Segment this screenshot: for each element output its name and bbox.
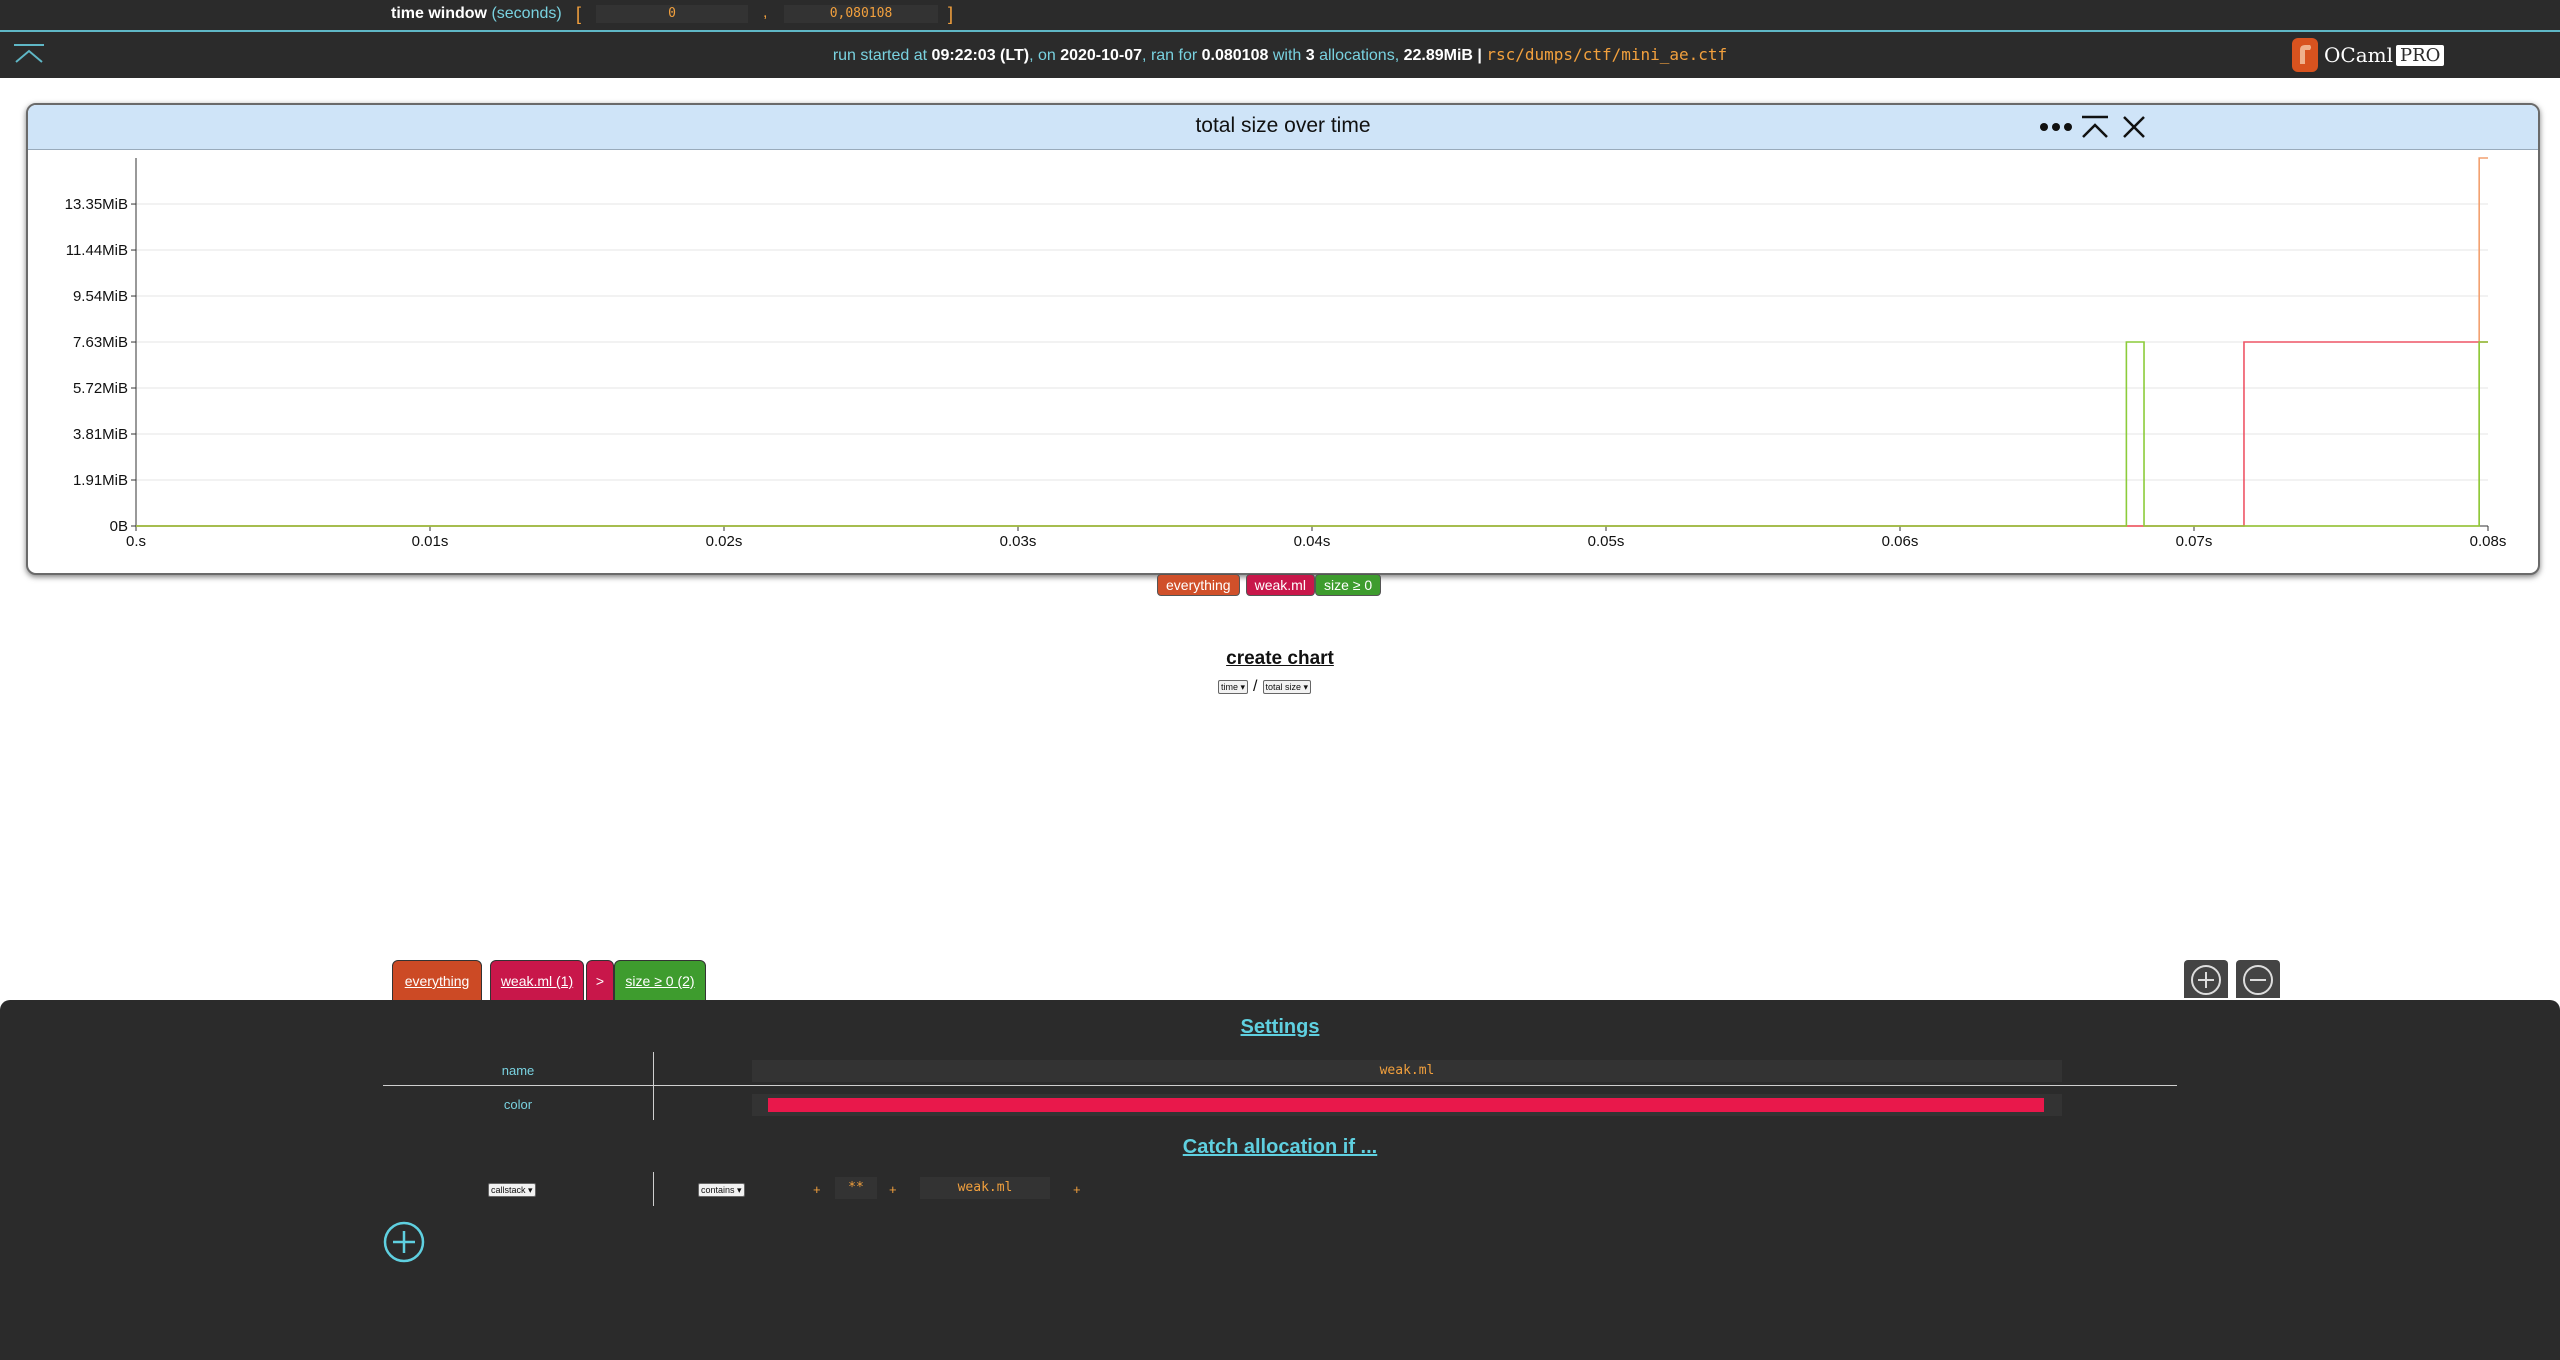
x-tick-label: 0.07s — [2176, 533, 2213, 550]
x-axis-select-value: time — [1221, 682, 1239, 692]
color-label: color — [503, 1097, 533, 1112]
y-tick-label: 13.35MiB — [65, 196, 128, 213]
allocation-count: 3 — [1305, 47, 1315, 64]
chart-panel: total size over time 0B 1.91MiB 3.81MiB 5.7… — [26, 103, 2540, 575]
settings-title[interactable]: Settings — [0, 1016, 2560, 1039]
run-ran-for: , ran for — [1142, 47, 1198, 64]
x-tick-label: 0.01s — [412, 533, 449, 550]
y-tick-label: 7.63MiB — [73, 334, 128, 351]
ocamlpro-logo: OCaml PRO — [2292, 36, 2445, 74]
tab-everything[interactable]: everything — [392, 960, 482, 1002]
y-tick-label: 3.81MiB — [73, 426, 128, 443]
time-window-label: time window (seconds) — [391, 5, 562, 23]
name-label: name — [501, 1063, 535, 1078]
run-info-bar: run started at 09:22:03 (LT), on 2020-10… — [0, 32, 2560, 78]
total-size: 22.89MiB — [1403, 47, 1473, 64]
x-tick-label: 0.s — [126, 533, 146, 550]
logo-pro-text: PRO — [2395, 44, 2445, 66]
filter-op-select[interactable]: contains ▾ — [698, 1183, 745, 1197]
legend-weak-ml[interactable]: weak.ml — [1245, 574, 1315, 596]
y-tick-label: 5.72MiB — [73, 380, 128, 397]
pattern-wildcard-input[interactable]: ** — [835, 1177, 877, 1199]
run-summary: run started at 09:22:03 (LT), on 2020-10… — [0, 45, 2560, 65]
color-swatch — [768, 1098, 2044, 1112]
close-bracket: ] — [948, 4, 954, 24]
filter-kind-select[interactable]: callstack ▾ — [488, 1183, 536, 1197]
legend-everything[interactable]: everything — [1157, 574, 1240, 596]
settings-panel: Settings name weak.ml color Catch alloca… — [0, 1000, 2560, 1360]
comma-separator: , — [763, 4, 768, 21]
y-axis-select-value: total size — [1265, 682, 1302, 692]
time-window-title: time window — [391, 5, 487, 22]
run-prefix: run started at — [832, 47, 928, 64]
y-tick-label: 1.91MiB — [73, 472, 128, 489]
run-start-time: 09:22:03 (LT) — [931, 47, 1030, 64]
column-divider — [653, 1086, 654, 1120]
legend-size-filter[interactable]: size ≥ 0 — [1314, 574, 1382, 596]
run-with: with — [1272, 47, 1302, 64]
zoom-out-button[interactable] — [2236, 960, 2280, 998]
tab-weak-ml-expand[interactable]: > — [586, 960, 614, 1002]
run-on-text: , on — [1029, 47, 1056, 64]
x-tick-label: 0.05s — [1588, 533, 1625, 550]
camel-icon — [2292, 38, 2318, 72]
x-tick-label: 0.04s — [1294, 533, 1331, 550]
logo-ocaml-text: OCaml — [2324, 43, 2393, 67]
separator: | — [1477, 47, 1482, 64]
add-before-button[interactable]: + — [813, 1182, 821, 1197]
tab-size-filter[interactable]: size ≥ 0 (2) — [614, 960, 706, 1002]
filter-kind-value: callstack — [491, 1185, 526, 1195]
name-input[interactable]: weak.ml — [752, 1060, 2062, 1082]
chart-header: total size over time — [28, 105, 2538, 150]
dump-path: rsc/dumps/ctf/mini_ae.ctf — [1486, 45, 1728, 64]
plus-circle-icon — [2191, 965, 2221, 995]
chart-area[interactable]: 0B1.91MiB3.81MiB5.72MiB7.63MiB9.54MiB11.… — [28, 150, 2538, 571]
time-window-unit: (seconds) — [491, 5, 562, 22]
filter-op-value: contains — [701, 1185, 735, 1195]
x-tick-label: 0.06s — [1882, 533, 1919, 550]
add-filter-icon[interactable] — [382, 1220, 426, 1264]
x-tick-label: 0.03s — [1000, 533, 1037, 550]
chart-title: total size over time — [1195, 114, 1371, 137]
add-after-button[interactable]: + — [1073, 1182, 1081, 1197]
minus-circle-icon — [2243, 965, 2273, 995]
add-middle-button[interactable]: + — [889, 1182, 897, 1197]
time-window-end-input[interactable]: 0,080108 — [784, 5, 938, 23]
color-picker[interactable] — [752, 1094, 2062, 1116]
create-chart-controls: time ▾ / total size ▾ — [1218, 678, 1312, 696]
tab-weak-ml[interactable]: weak.ml (1) — [490, 960, 584, 1002]
more-icon[interactable] — [2038, 113, 2074, 141]
slash-separator: / — [1253, 678, 1258, 695]
y-tick-label: 9.54MiB — [73, 288, 128, 305]
time-window-bar: time window (seconds) [ 0 , 0,080108 ] — [0, 0, 2560, 32]
catch-allocation-title[interactable]: Catch allocation if ... — [0, 1136, 2560, 1159]
allocations-text: allocations, — [1319, 47, 1400, 64]
y-axis-select[interactable]: total size ▾ — [1262, 680, 1312, 694]
create-chart-title[interactable]: create chart — [0, 648, 2560, 670]
column-divider — [653, 1172, 654, 1206]
y-tick-label: 11.44MiB — [66, 242, 128, 259]
time-window-start-input[interactable]: 0 — [596, 5, 748, 23]
column-divider — [653, 1052, 654, 1086]
run-duration: 0.080108 — [1201, 47, 1269, 64]
pattern-file-input[interactable]: weak.ml — [920, 1177, 1050, 1199]
run-date: 2020-10-07 — [1060, 47, 1143, 64]
x-tick-label: 0.08s — [2470, 533, 2507, 550]
close-icon[interactable] — [2120, 113, 2148, 141]
collapse-icon[interactable] — [2080, 113, 2110, 141]
x-tick-label: 0.02s — [706, 533, 743, 550]
x-axis-select[interactable]: time ▾ — [1218, 680, 1249, 694]
chart-legend: everything weak.ml size ≥ 0 — [1157, 574, 1387, 596]
zoom-in-button[interactable] — [2184, 960, 2228, 998]
open-bracket: [ — [576, 4, 582, 24]
